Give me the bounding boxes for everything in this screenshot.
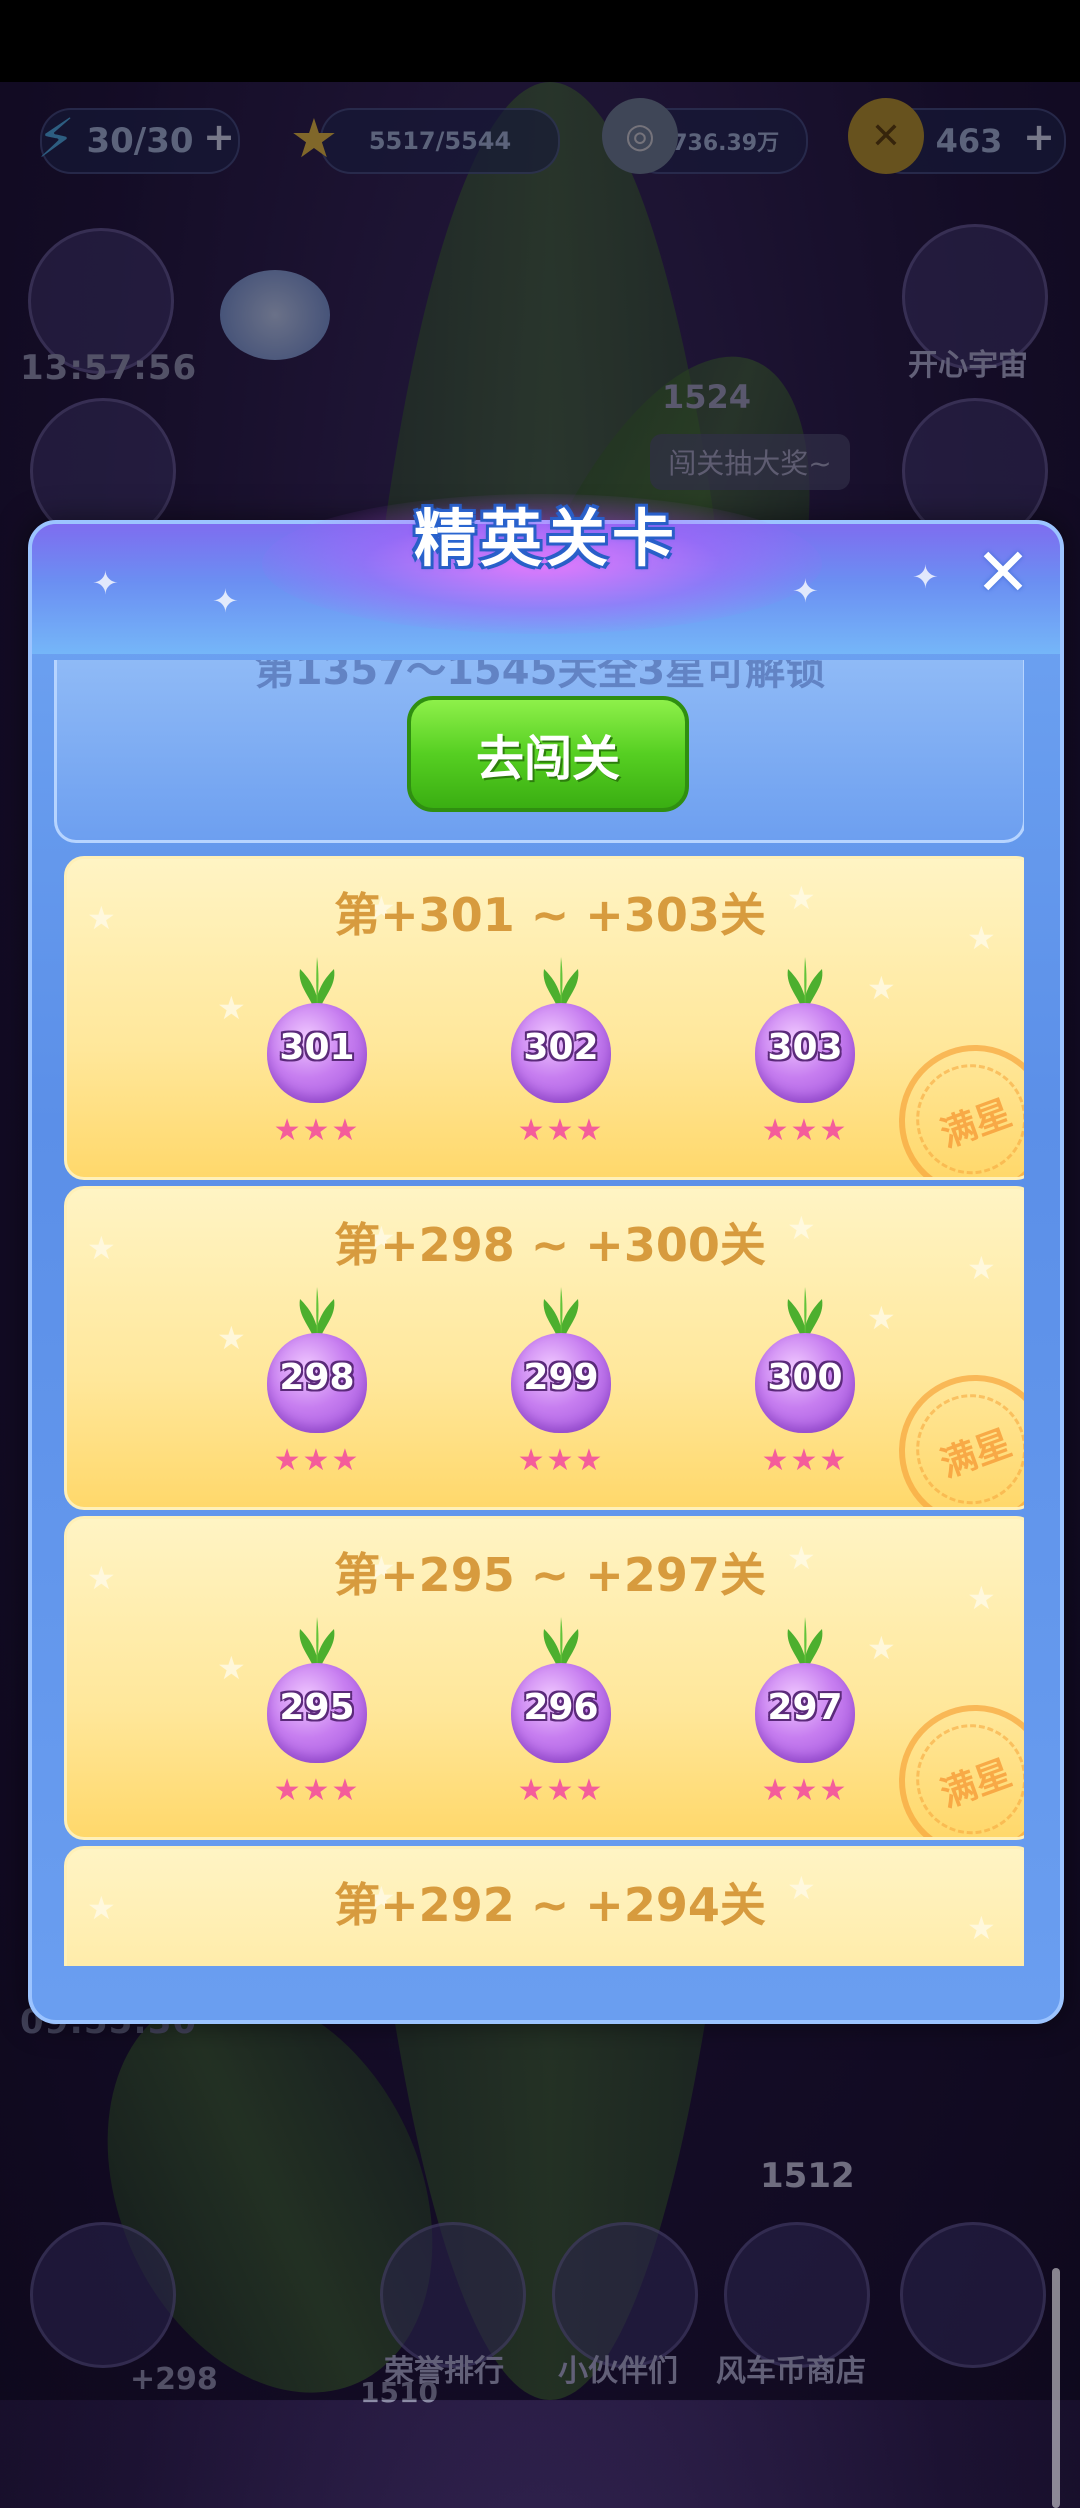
sparkle-icon: ★ bbox=[867, 1959, 896, 1966]
level-number: 303 bbox=[767, 1027, 843, 1068]
stamp-ring bbox=[900, 1048, 1024, 1177]
sparkle-icon: ★ bbox=[867, 969, 896, 1007]
three-stars-icon: ★★★ bbox=[273, 1113, 361, 1148]
stamp-ring bbox=[900, 1708, 1024, 1837]
level-number: 302 bbox=[523, 1027, 599, 1068]
level-node[interactable]: 297 ★★★ bbox=[750, 1617, 860, 1808]
level-group-card: ★ ★ ★ ★ ★ ★ 第+298 ~ +300关 298 ★★★ 299 ★★★ 300 ★★★ 满星 bbox=[64, 1186, 1024, 1510]
level-node[interactable]: 301 ★★★ bbox=[262, 957, 372, 1148]
levels-scroll-list[interactable]: 第1357～1545关全3星可解锁 去闯关 ★ ★ ★ ★ ★ ★ 第+301 ~ +303… bbox=[54, 660, 1024, 1966]
dialog-title: 精英关卡 bbox=[413, 502, 678, 575]
three-stars-icon: ★★★ bbox=[761, 1443, 849, 1478]
level-group-title: 第+292 ~ +294关 bbox=[334, 1878, 766, 1932]
three-stars-icon: ★★★ bbox=[273, 1443, 361, 1478]
go-challenge-button[interactable]: 去闯关 bbox=[407, 696, 689, 812]
sparkle-icon: ✦ bbox=[212, 582, 239, 620]
level-number: 298 bbox=[279, 1357, 355, 1398]
three-stars-icon: ★★★ bbox=[517, 1113, 605, 1148]
sparkle-icon: ★ bbox=[867, 1299, 896, 1337]
three-stars-icon: ★★★ bbox=[517, 1443, 605, 1478]
level-node[interactable]: 298 ★★★ bbox=[262, 1287, 372, 1478]
full-stars-stamp: 满星 bbox=[877, 1353, 1024, 1507]
level-node[interactable]: 295 ★★★ bbox=[262, 1617, 372, 1808]
unlock-condition-text: 第1357～1545关全3星可解锁 bbox=[254, 660, 826, 694]
level-group-card: ★ ★ ★ ★ ★ ★ 第+301 ~ +303关 301 ★★★ 302 ★★★ 303 ★★★ 满星 bbox=[64, 856, 1024, 1180]
full-stars-stamp: 满星 bbox=[877, 1683, 1024, 1837]
stamp-ring bbox=[900, 1378, 1024, 1507]
three-stars-icon: ★★★ bbox=[517, 1773, 605, 1808]
three-stars-icon: ★★★ bbox=[273, 1773, 361, 1808]
status-bar bbox=[0, 0, 1080, 82]
level-group-title: 第+298 ~ +300关 bbox=[334, 1218, 766, 1272]
level-number: 299 bbox=[523, 1357, 599, 1398]
level-node[interactable]: 302 ★★★ bbox=[506, 957, 616, 1148]
level-number: 297 bbox=[767, 1687, 843, 1728]
level-node[interactable]: 299 ★★★ bbox=[506, 1287, 616, 1478]
sparkle-icon: ★ bbox=[217, 989, 246, 1027]
go-challenge-label: 去闯关 bbox=[475, 731, 620, 787]
unlock-panel: 第1357～1545关全3星可解锁 去闯关 bbox=[54, 660, 1024, 843]
sparkle-icon: ★ bbox=[867, 1629, 896, 1667]
full-stars-stamp: 满星 bbox=[877, 1023, 1024, 1177]
level-number: 301 bbox=[279, 1027, 355, 1068]
sparkle-icon: ★ bbox=[217, 1319, 246, 1357]
close-button[interactable]: ✕ bbox=[968, 538, 1038, 608]
level-node[interactable]: 303 ★★★ bbox=[750, 957, 860, 1148]
level-group-title: 第+295 ~ +297关 bbox=[334, 1548, 766, 1602]
elite-levels-dialog: ✦ ✦ ✦ ✦ 精英关卡 ✕ 第1357～1545关全3星可解锁 去闯关 ★ ★ ★… bbox=[28, 494, 1064, 2508]
level-node[interactable]: 296 ★★★ bbox=[506, 1617, 616, 1808]
level-group-title: 第+301 ~ +303关 bbox=[334, 888, 766, 942]
level-node[interactable]: 300 ★★★ bbox=[750, 1287, 860, 1478]
three-stars-icon: ★★★ bbox=[761, 1773, 849, 1808]
scrollbar[interactable] bbox=[1052, 2268, 1060, 2508]
three-stars-icon: ★★★ bbox=[761, 1113, 849, 1148]
level-number: 300 bbox=[767, 1357, 843, 1398]
level-group-card: ★★★★★★第+292 ~ +294关 bbox=[64, 1846, 1024, 1966]
sparkle-icon: ★ bbox=[217, 1649, 246, 1687]
level-group-card: ★ ★ ★ ★ ★ ★ 第+295 ~ +297关 295 ★★★ 296 ★★★ 297 ★★★ 满星 bbox=[64, 1516, 1024, 1840]
level-number: 295 bbox=[279, 1687, 355, 1728]
level-number: 296 bbox=[523, 1687, 599, 1728]
